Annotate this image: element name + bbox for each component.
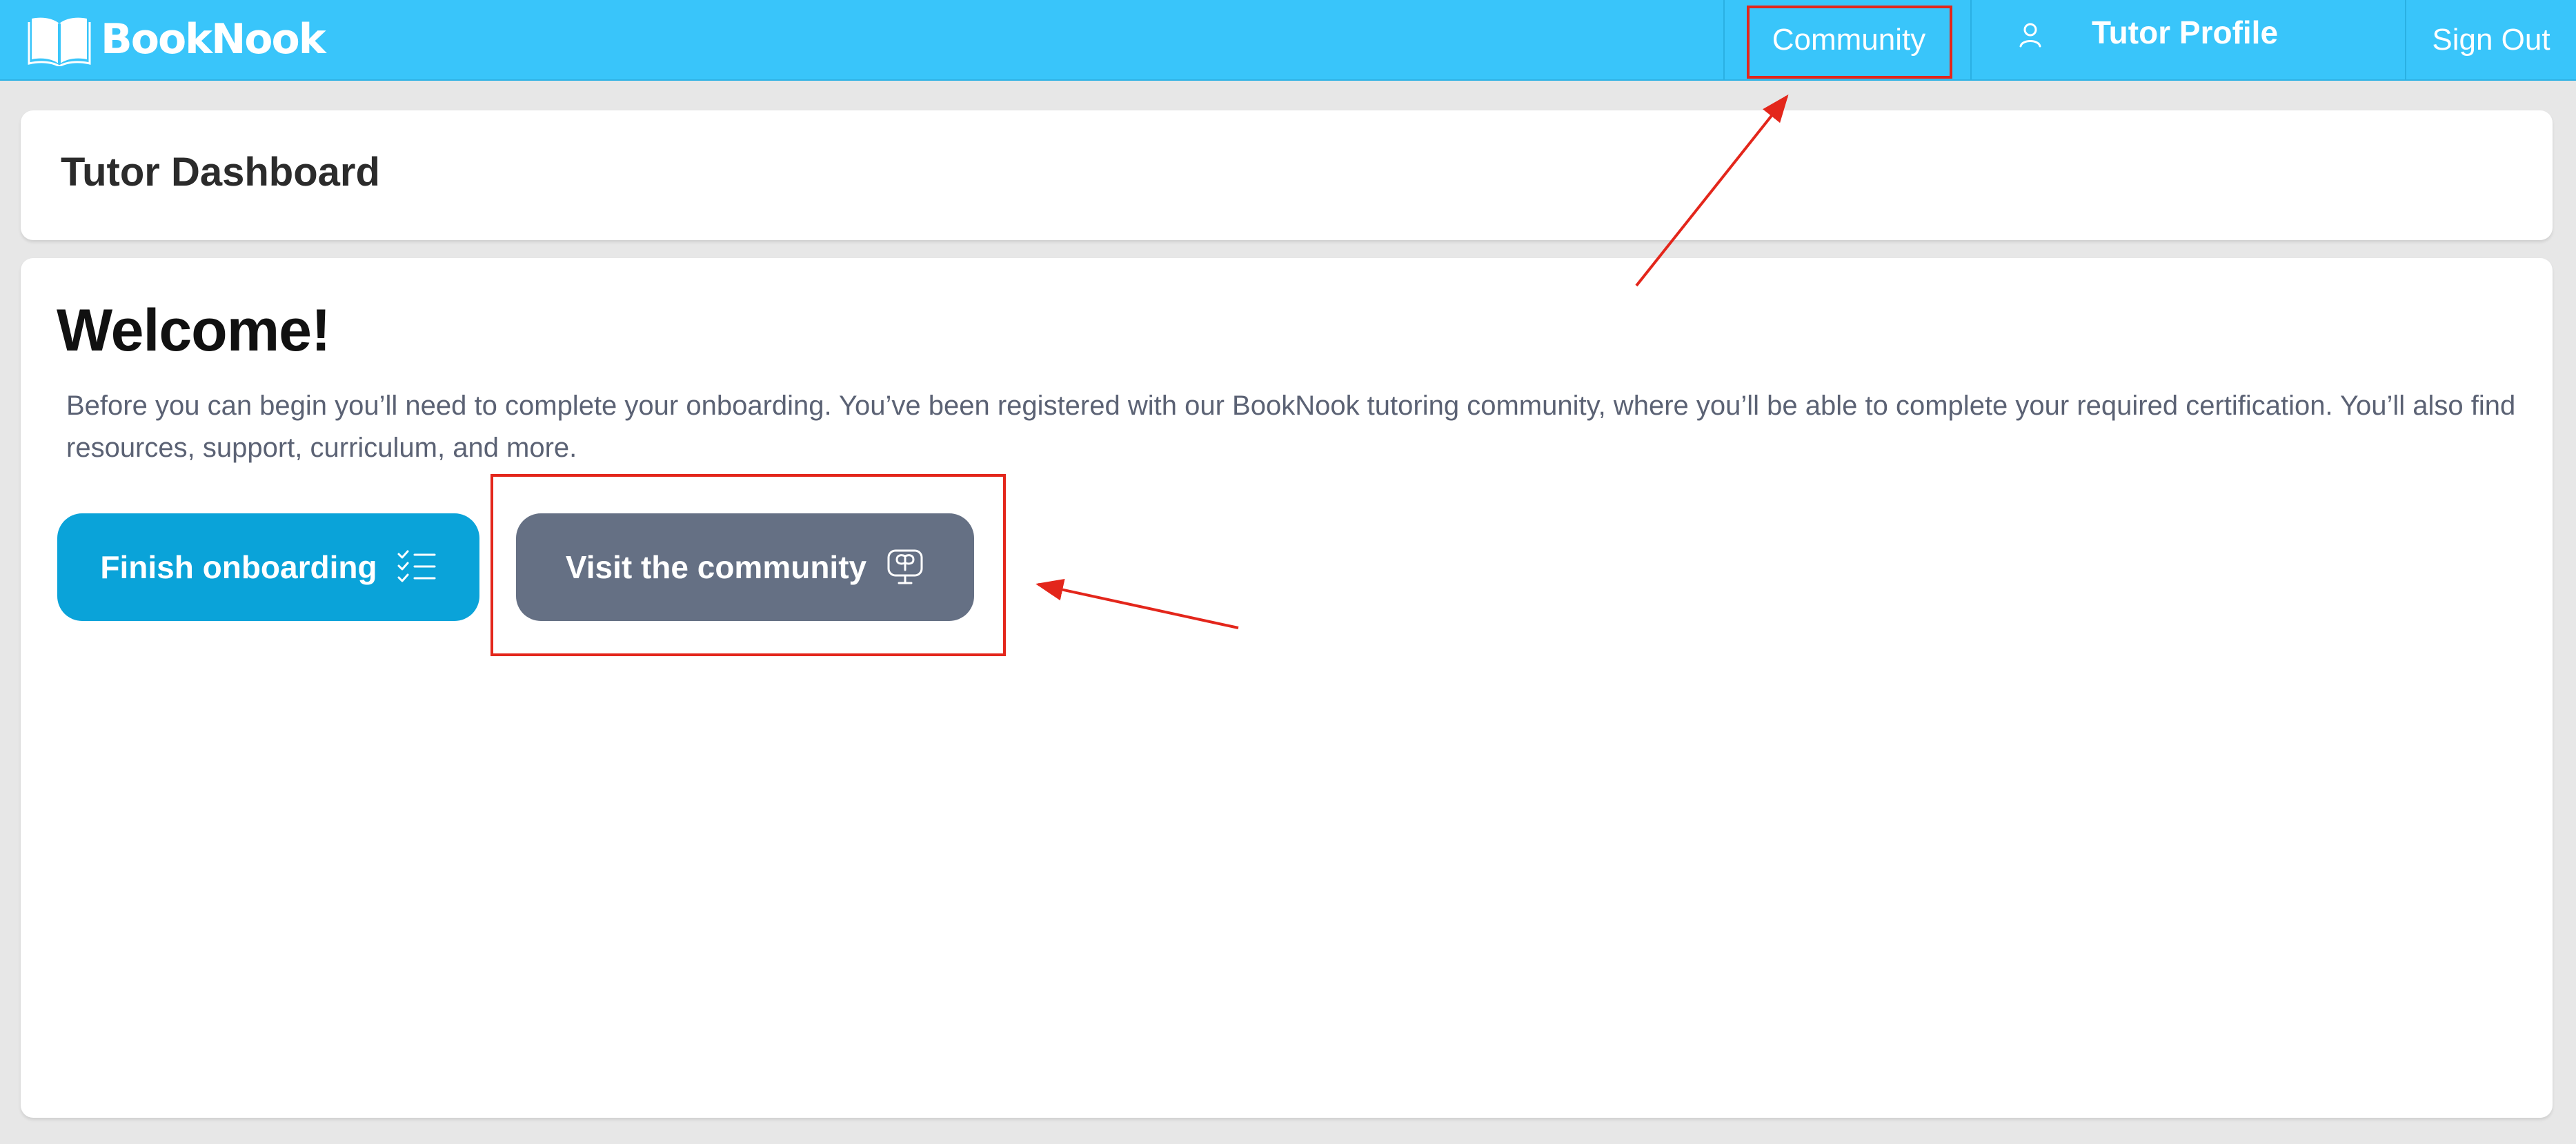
visit-community-button[interactable]: Visit the community — [516, 513, 974, 621]
welcome-heading: Welcome! — [57, 297, 331, 364]
nav-community-link[interactable]: Community — [1725, 0, 1973, 80]
community-screen-icon — [887, 549, 923, 584]
nav-profile-label: Tutor Profile — [2092, 14, 2279, 50]
app-name: BookNook — [101, 15, 326, 63]
welcome-card: Welcome! Before you can begin you’ll nee… — [21, 258, 2553, 1118]
finish-onboarding-button[interactable]: Finish onboarding — [57, 513, 479, 621]
onboarding-intro-text: Before you can begin you’ll need to comp… — [66, 391, 2516, 463]
sign-out-label: Sign Out — [2432, 23, 2550, 57]
dashboard-header-card: Tutor Dashboard — [21, 110, 2553, 240]
booknook-logo[interactable]: BookNook — [28, 12, 326, 66]
nav-community-label: Community — [1772, 23, 1926, 57]
visit-community-label: Visit the community — [565, 549, 867, 585]
open-book-icon — [28, 17, 91, 66]
nav-tutor-profile-link[interactable]: Tutor Profile — [1972, 0, 2405, 80]
sign-out-link[interactable]: Sign Out — [2406, 0, 2576, 80]
top-nav-bar: BookNook Community Tutor Profile Sign Ou… — [0, 0, 2576, 81]
finish-onboarding-label: Finish onboarding — [100, 549, 377, 585]
checklist-icon — [397, 550, 436, 582]
user-icon — [2019, 23, 2041, 48]
page-title: Tutor Dashboard — [61, 150, 380, 195]
